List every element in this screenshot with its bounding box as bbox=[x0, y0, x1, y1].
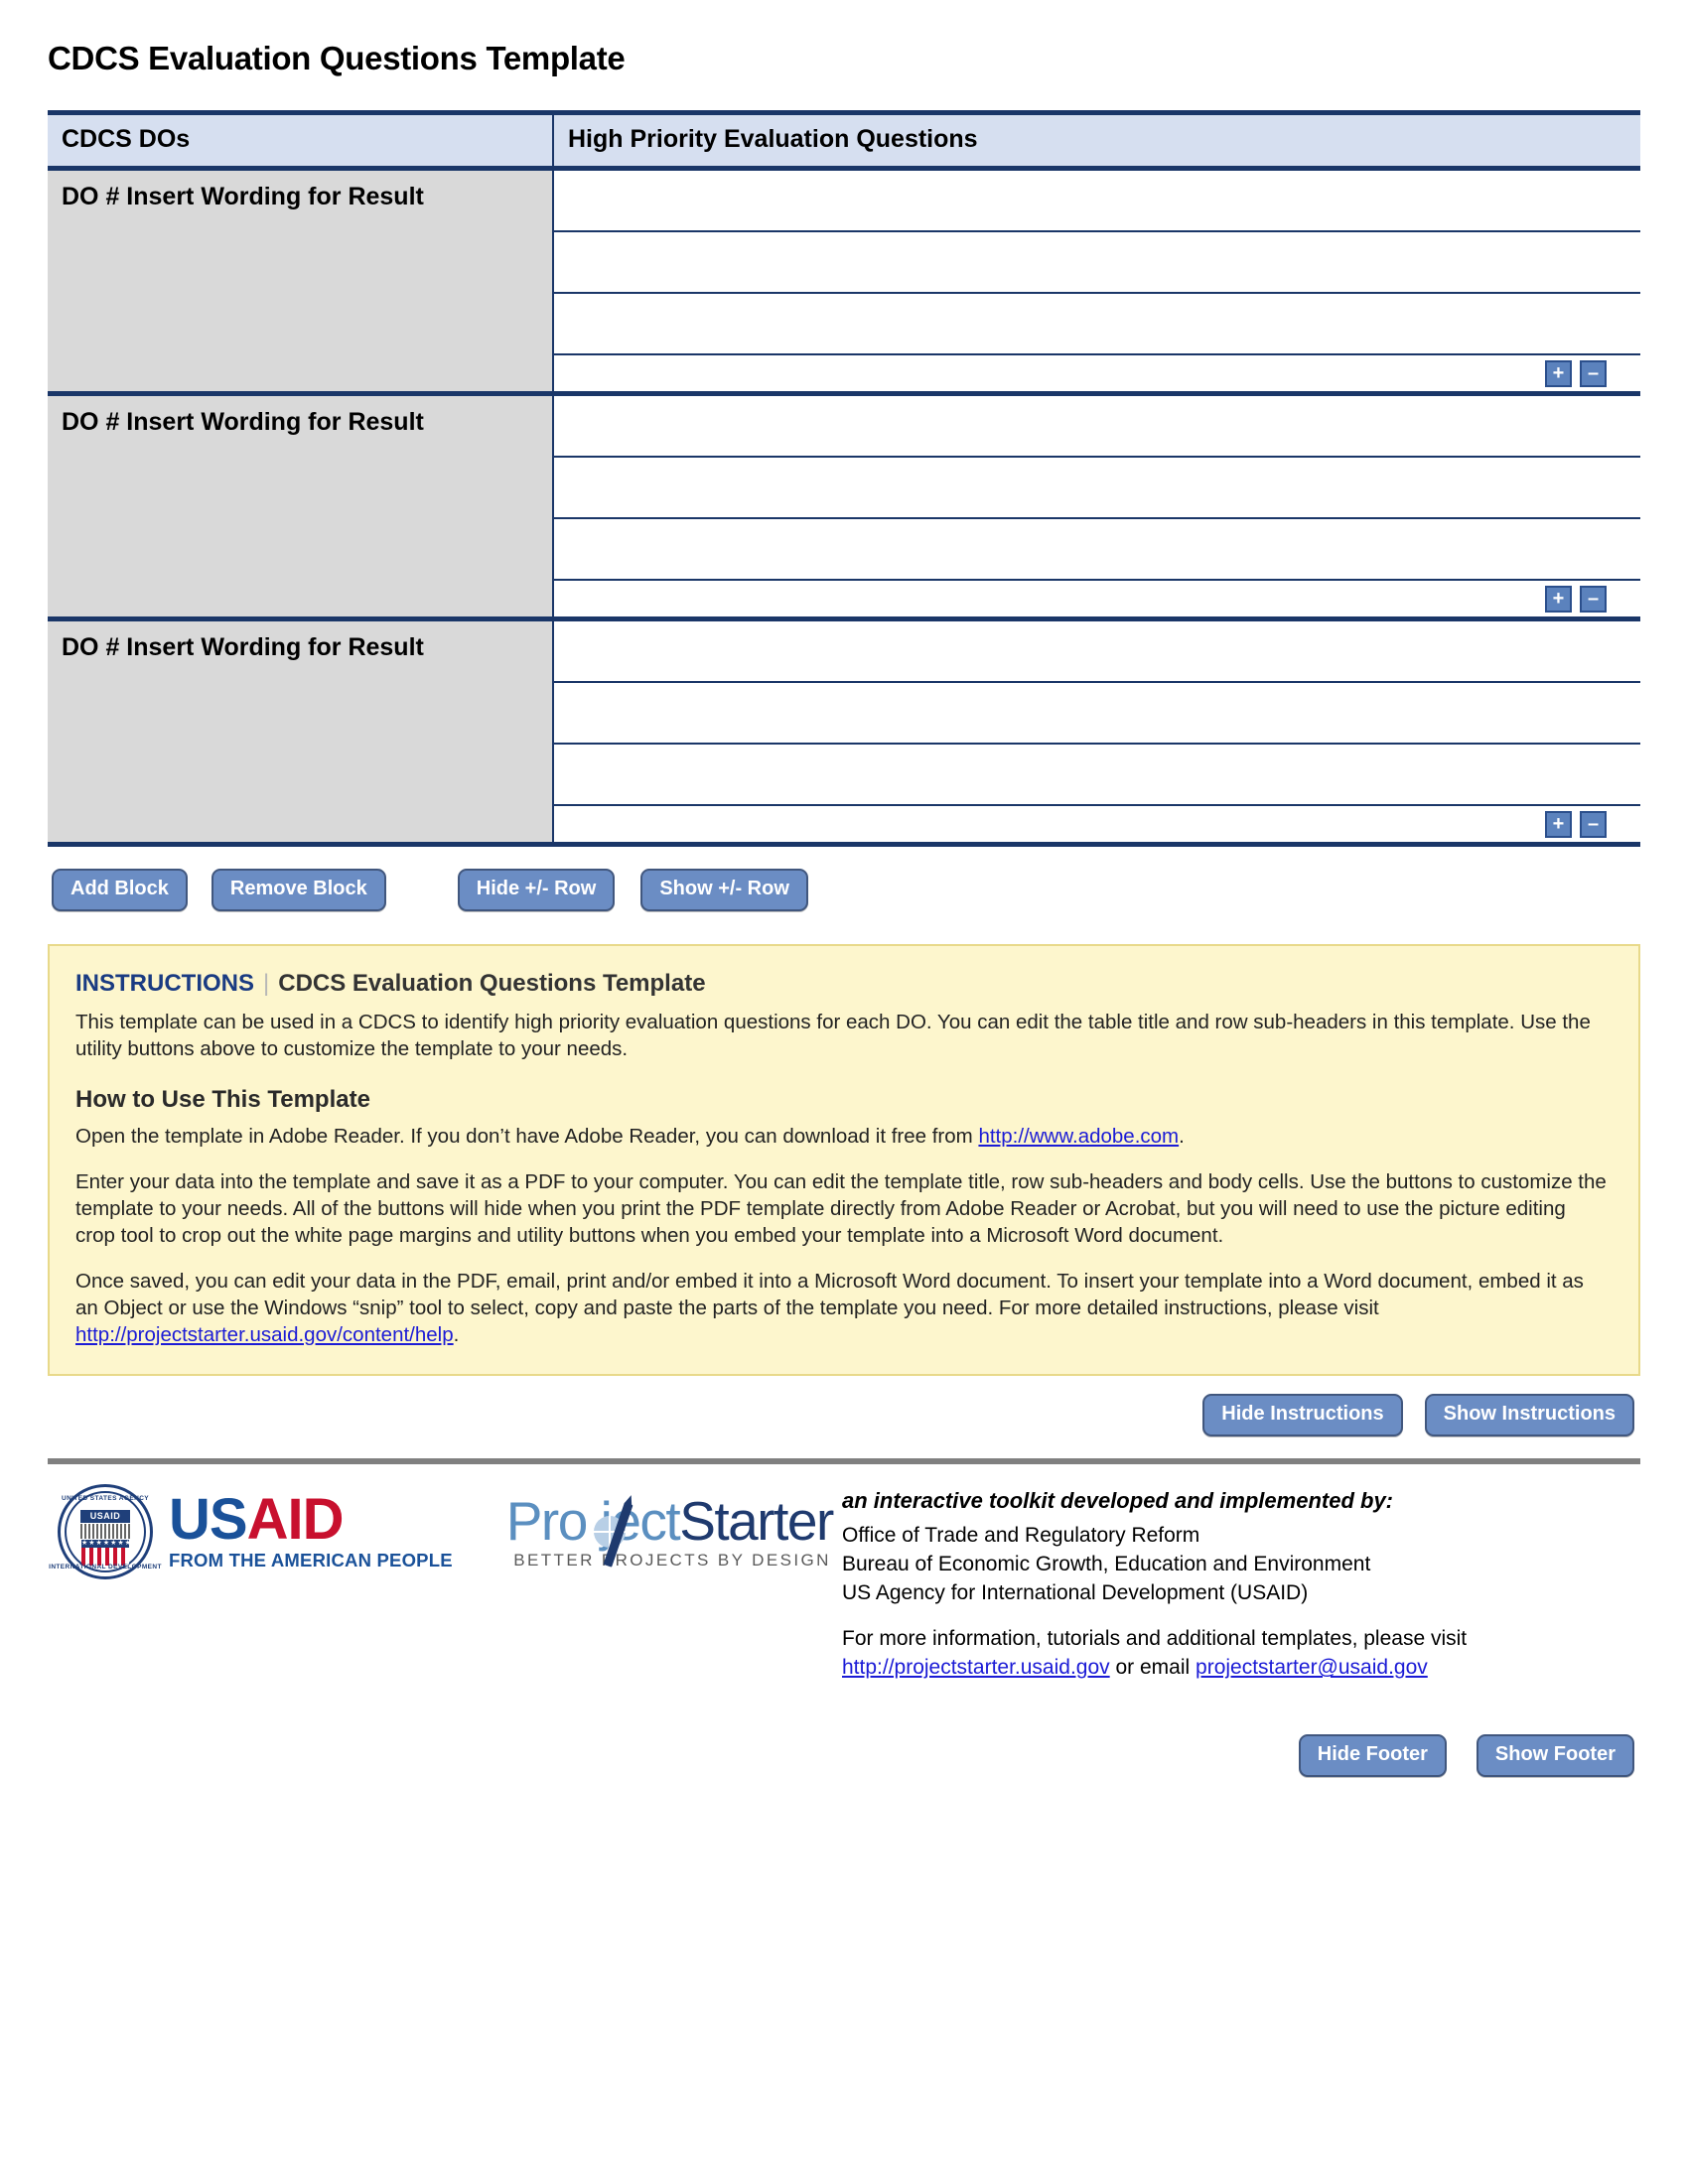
how-to-use-heading: How to Use This Template bbox=[75, 1086, 370, 1114]
paragraph-1-text-before: Open the template in Adobe Reader. If yo… bbox=[75, 1125, 979, 1149]
footer-button-row: Hide Footer Show Footer bbox=[48, 1734, 1640, 1778]
footer-org-line-2: Bureau of Economic Growth, Education and… bbox=[842, 1553, 1371, 1576]
footer-lead-text: an interactive toolkit developed and imp… bbox=[842, 1488, 1394, 1514]
handshake-icon bbox=[80, 1524, 130, 1540]
projectstarter-wordmark: Pro jectStarter bbox=[506, 1493, 835, 1549]
projectstarter-logo: Pro jectStarter BETTER PROJECTS BY DESIG… bbox=[506, 1493, 835, 1570]
add-block-button[interactable]: Add Block bbox=[52, 869, 188, 911]
show-plus-minus-row-button[interactable]: Show +/- Row bbox=[640, 869, 808, 911]
plus-minus-row: + – bbox=[554, 355, 1640, 391]
footer-text-block: an interactive toolkit developed and imp… bbox=[842, 1484, 1640, 1683]
remove-block-button[interactable]: Remove Block bbox=[211, 869, 386, 911]
projectstarter-site-link[interactable]: http://projectstarter.usaid.gov bbox=[842, 1656, 1110, 1679]
instructions-intro-text: This template can be used in a CDCS to i… bbox=[75, 1011, 1591, 1061]
hide-plus-minus-row-button[interactable]: Hide +/- Row bbox=[457, 869, 616, 911]
instructions-label: INSTRUCTIONS bbox=[75, 970, 254, 997]
usaid-wordmark: USAID FROM THE AMERICAN PEOPLE bbox=[169, 1491, 453, 1571]
usaid-seal-icon: UNITED STATES AGENCY USAID ★★★★★★★ INTER… bbox=[49, 1484, 161, 1580]
question-rows-column: + – bbox=[554, 396, 1640, 616]
document-page: CDCS Evaluation Questions Template CDCS … bbox=[0, 0, 1688, 2184]
question-rows-column: + – bbox=[554, 621, 1640, 842]
projectstarter-word-starter: Starter bbox=[679, 1489, 834, 1552]
evaluation-questions-table: CDCS DOs High Priority Evaluation Questi… bbox=[48, 110, 1640, 847]
instructions-paragraph-3: Once saved, you can edit your data in th… bbox=[75, 1268, 1611, 1348]
instructions-heading: INSTRUCTIONS | CDCS Evaluation Questions… bbox=[75, 970, 1611, 998]
plus-minus-row: + – bbox=[554, 806, 1640, 842]
paragraph-1-text-after: . bbox=[1179, 1125, 1185, 1149]
do-label-cell[interactable]: DO # Insert Wording for Result bbox=[48, 396, 554, 616]
table-header-row: CDCS DOs High Priority Evaluation Questi… bbox=[48, 115, 1640, 171]
utility-button-row: Add Block Remove Block Hide +/- Row Show… bbox=[48, 869, 1640, 911]
show-instructions-button[interactable]: Show Instructions bbox=[1424, 1394, 1634, 1437]
seal-badge-text: USAID bbox=[80, 1510, 130, 1524]
do-label-cell[interactable]: DO # Insert Wording for Result bbox=[48, 621, 554, 842]
footer: UNITED STATES AGENCY USAID ★★★★★★★ INTER… bbox=[48, 1464, 1640, 1683]
projectstarter-email-link[interactable]: projectstarter@usaid.gov bbox=[1196, 1656, 1428, 1679]
column-header-high-priority-evaluation-questions: High Priority Evaluation Questions bbox=[568, 125, 978, 153]
footer-contact-text: For more information, tutorials and addi… bbox=[842, 1625, 1640, 1683]
add-row-button[interactable]: + bbox=[1545, 585, 1572, 613]
question-row[interactable] bbox=[554, 683, 1640, 745]
paragraph-3-text-before: Once saved, you can edit your data in th… bbox=[75, 1270, 1584, 1320]
add-row-button[interactable]: + bbox=[1545, 810, 1572, 838]
hide-footer-button[interactable]: Hide Footer bbox=[1298, 1734, 1447, 1778]
question-row[interactable] bbox=[554, 519, 1640, 581]
column-header-cdcs-dos: CDCS DOs bbox=[48, 115, 554, 166]
shield-icon: ★★★★★★★ bbox=[81, 1540, 129, 1567]
seal-stars: ★★★★★★★ bbox=[81, 1540, 129, 1549]
question-row[interactable] bbox=[554, 171, 1640, 232]
question-row[interactable] bbox=[554, 745, 1640, 806]
footer-org-line-1: Office of Trade and Regulatory Reform bbox=[842, 1524, 1200, 1548]
projectstarter-word-project: Pro ject bbox=[505, 1489, 681, 1552]
remove-row-button[interactable]: – bbox=[1580, 359, 1607, 387]
remove-row-button[interactable]: – bbox=[1580, 810, 1607, 838]
do-label-cell[interactable]: DO # Insert Wording for Result bbox=[48, 171, 554, 391]
footer-org-line-3: US Agency for International Development … bbox=[842, 1581, 1309, 1605]
do-block: DO # Insert Wording for Result + – bbox=[48, 396, 1640, 621]
paragraph-3-text-after: . bbox=[453, 1323, 460, 1347]
instructions-separator: | bbox=[263, 970, 270, 997]
question-row[interactable] bbox=[554, 621, 1640, 683]
question-row[interactable] bbox=[554, 458, 1640, 519]
question-row[interactable] bbox=[554, 232, 1640, 294]
instructions-paragraph-1: Open the template in Adobe Reader. If yo… bbox=[75, 1123, 1611, 1150]
usaid-tagline: FROM THE AMERICAN PEOPLE bbox=[169, 1550, 453, 1571]
remove-row-button[interactable]: – bbox=[1580, 585, 1607, 613]
instructions-subtitle: CDCS Evaluation Questions Template bbox=[278, 970, 706, 997]
usaid-word-aid: AID bbox=[246, 1487, 345, 1553]
instructions-paragraph-2: Enter your data into the template and sa… bbox=[75, 1170, 1607, 1248]
projectstarter-tagline: BETTER PROJECTS BY DESIGN bbox=[513, 1550, 831, 1570]
question-row[interactable] bbox=[554, 396, 1640, 458]
do-block: DO # Insert Wording for Result + – bbox=[48, 171, 1640, 396]
footer-contact-before: For more information, tutorials and addi… bbox=[842, 1627, 1468, 1651]
page-title: CDCS Evaluation Questions Template bbox=[48, 40, 626, 76]
question-row[interactable] bbox=[554, 294, 1640, 355]
footer-logos: UNITED STATES AGENCY USAID ★★★★★★★ INTER… bbox=[48, 1484, 842, 1580]
usaid-word-us: US bbox=[169, 1487, 248, 1553]
projectstarter-help-link[interactable]: http://projectstarter.usaid.gov/content/… bbox=[75, 1323, 454, 1346]
footer-contact-middle: or email bbox=[1109, 1656, 1196, 1680]
usaid-wordmark-text: USAID bbox=[169, 1491, 453, 1549]
instructions-panel: INSTRUCTIONS | CDCS Evaluation Questions… bbox=[48, 944, 1640, 1377]
seal-bottom-text: INTERNATIONAL DEVELOPMENT bbox=[49, 1564, 162, 1571]
seal-top-text: UNITED STATES AGENCY bbox=[61, 1495, 150, 1503]
plus-minus-row: + – bbox=[554, 581, 1640, 616]
adobe-link[interactable]: http://www.adobe.com bbox=[978, 1125, 1179, 1148]
instructions-button-row: Hide Instructions Show Instructions bbox=[48, 1394, 1640, 1437]
hide-instructions-button[interactable]: Hide Instructions bbox=[1202, 1394, 1403, 1437]
add-row-button[interactable]: + bbox=[1545, 359, 1572, 387]
show-footer-button[interactable]: Show Footer bbox=[1476, 1734, 1634, 1778]
question-rows-column: + – bbox=[554, 171, 1640, 391]
do-block: DO # Insert Wording for Result + – bbox=[48, 621, 1640, 842]
